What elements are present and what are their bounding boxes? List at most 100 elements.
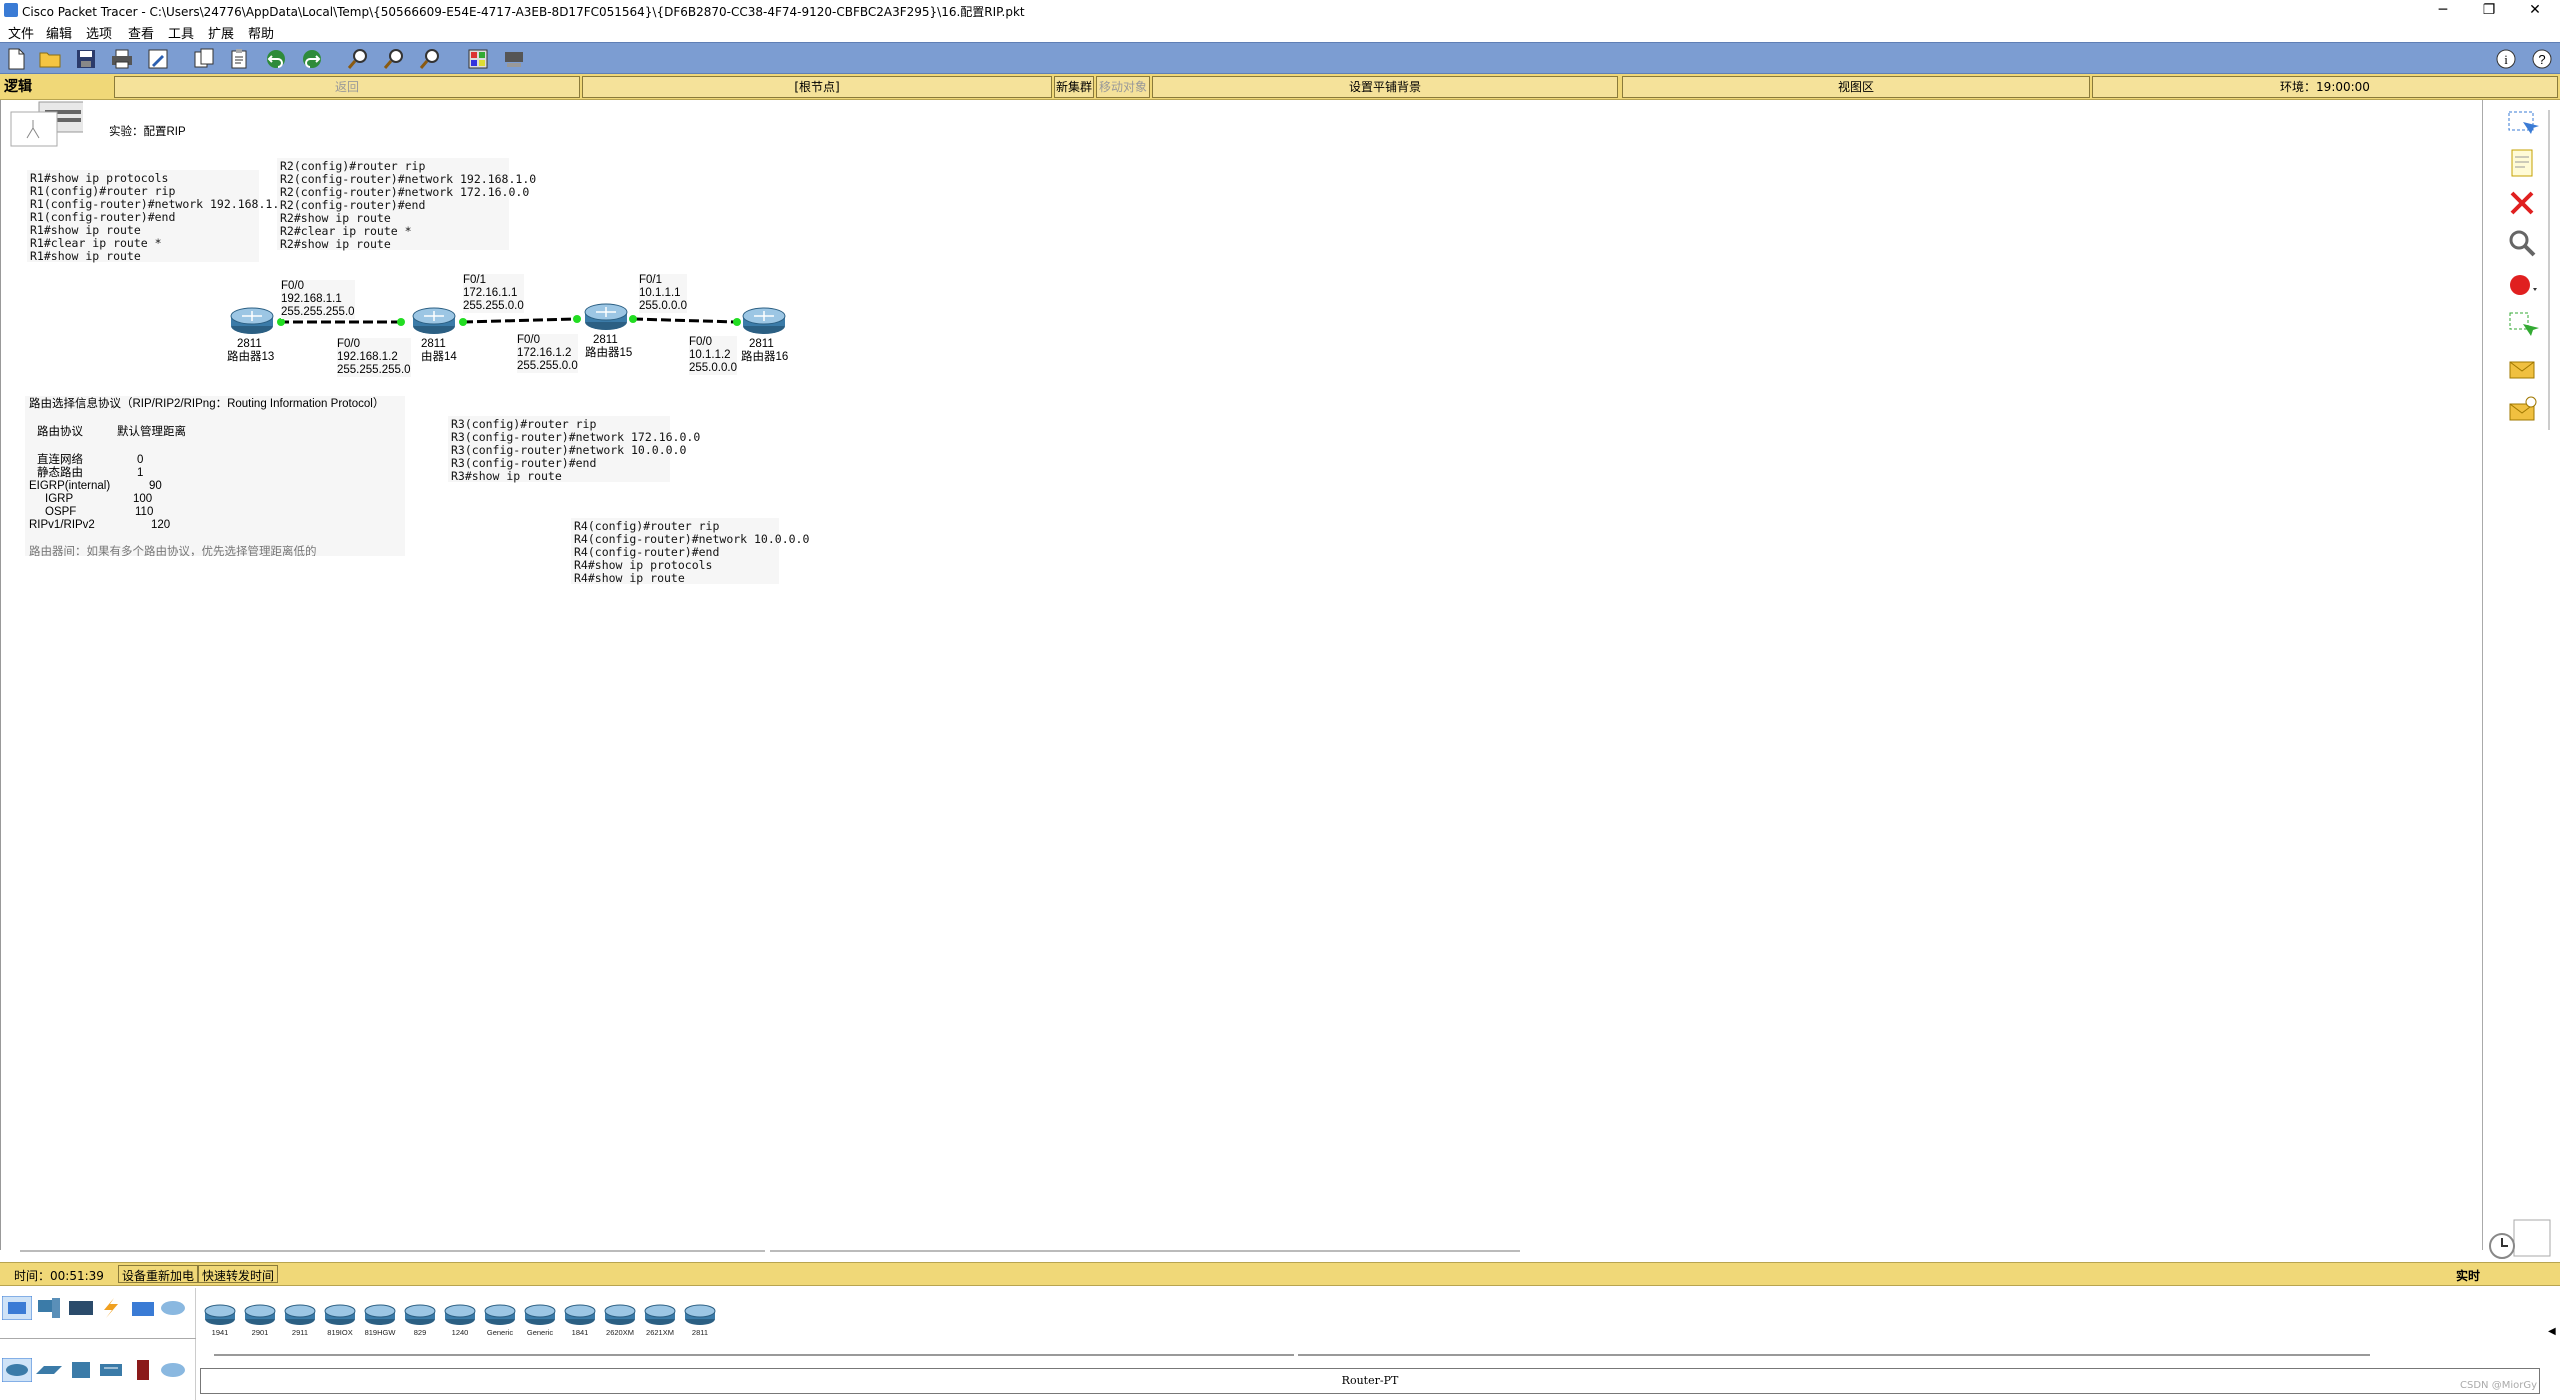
end-devices-category-icon[interactable] [34,1296,64,1320]
menu-view[interactable]: 查看 [128,23,154,42]
wan-emulation-subcategory-icon[interactable] [158,1358,188,1382]
device-model[interactable]: 819IOX [322,1302,358,1337]
window-title: Cisco Packet Tracer - C:\Users\24776\App… [22,5,1025,19]
router-model: 2811 [593,334,618,346]
back-button[interactable]: 返回 [114,76,580,98]
new-file-icon[interactable] [4,47,28,71]
realtime-mode-label[interactable]: 实时 [2456,1267,2480,1284]
router-name: 由器14 [421,351,457,363]
device-model[interactable]: 1240 [442,1302,478,1337]
network-devices-category-icon[interactable] [2,1296,32,1320]
device-model[interactable]: 2620XM [602,1302,638,1337]
device-model[interactable]: Generic [522,1302,558,1337]
protocol-distance-note[interactable]: 路由选择信息协议（RIP/RIP2/RIPng：Routing Informat… [25,396,405,556]
zoom-in-icon[interactable] [346,47,370,71]
device-model[interactable]: 1841 [562,1302,598,1337]
close-button[interactable]: ✕ [2512,0,2558,20]
zoom-reset-icon[interactable] [382,47,406,71]
switches-subcategory-icon[interactable] [34,1358,64,1382]
protocol-distance: 0 [137,454,144,466]
menu-tools[interactable]: 工具 [168,23,194,42]
components-category-icon[interactable] [66,1296,96,1320]
menu-file[interactable]: 文件 [8,23,34,42]
environment-button[interactable]: 环境：19:00:00 [2092,76,2558,98]
move-object-button[interactable]: 移动对象 [1096,76,1150,98]
add-complex-pdu-icon[interactable] [2505,394,2539,428]
hubs-subcategory-icon[interactable] [66,1358,96,1382]
note-r3[interactable]: R3(config)#router rip R3(config-router)#… [448,416,700,483]
draw-shape-icon[interactable] [2505,268,2539,302]
menu-extensions[interactable]: 扩展 [208,23,234,42]
note-icon[interactable] [2505,146,2539,180]
device-model[interactable]: 819HGW [362,1302,398,1337]
protocol-distance: 100 [133,493,153,505]
connections-category-icon[interactable] [96,1296,126,1320]
router-icon [742,307,786,334]
viewport-button[interactable]: 视图区 [1622,76,2090,98]
protocol-col-header: 路由协议 [37,426,83,438]
realtime-clock-icon[interactable] [2478,1216,2552,1262]
note-r4[interactable]: R4(config)#router rip R4(config-router)#… [571,518,809,585]
new-cluster-button[interactable]: 新集群 [1054,76,1094,98]
wireless-subcategory-icon[interactable] [96,1358,126,1382]
fast-forward-button[interactable]: 快速转发时间 [198,1265,279,1283]
router-15[interactable]: 2811 路由器15 [581,302,632,362]
custom-device-icon[interactable] [502,47,526,71]
device-model[interactable]: Generic [482,1302,518,1337]
menu-edit[interactable]: 编辑 [46,23,72,42]
vertical-scrollbar[interactable] [2548,110,2550,430]
menu-bar: 文件 编辑 选项 查看 工具 扩展 帮助 [0,20,2560,42]
maximize-button[interactable]: ❐ [2466,0,2512,20]
svg-text:i: i [2504,52,2508,67]
router-14[interactable]: 2811 由器14 [409,306,459,366]
horizontal-scrollbar-left[interactable] [20,1250,765,1254]
device-model[interactable]: 829 [402,1302,438,1337]
router-icon [230,307,274,334]
device-model[interactable]: 1941 [202,1302,238,1337]
palette-icon[interactable] [466,47,490,71]
delete-icon[interactable] [2505,186,2539,220]
activity-wizard-icon[interactable] [146,47,170,71]
logical-workspace[interactable]: 实验：配置RIP R1#show ip protocols R1(config)… [0,100,2478,1250]
save-icon[interactable] [74,47,98,71]
help-icon[interactable]: ? [2530,47,2554,71]
copy-icon[interactable] [192,47,216,71]
device-model[interactable]: 2901 [242,1302,278,1337]
zoom-out-icon[interactable] [418,47,442,71]
minimize-button[interactable]: ─ [2420,0,2466,20]
paste-icon[interactable] [228,47,252,71]
device-list-scrollbar[interactable] [1298,1354,2370,1356]
open-folder-icon[interactable] [38,47,62,71]
device-model[interactable]: 2911 [282,1302,318,1337]
logical-mode-label[interactable]: 逻辑 [0,76,110,98]
interface-label-r16-f00: F0/0 10.1.1.2 255.0.0.0 [689,336,737,375]
multiuser-category-icon[interactable] [158,1296,188,1320]
protocol-name: OSPF [45,506,77,518]
select-icon[interactable] [2505,106,2539,140]
packet-tracer-window: Cisco Packet Tracer - C:\Users\24776\App… [0,0,2560,1400]
misc-category-icon[interactable] [128,1296,158,1320]
security-subcategory-icon[interactable] [128,1358,158,1382]
device-list-scrollbar[interactable] [214,1354,1294,1356]
redo-icon[interactable] [300,47,324,71]
resize-icon[interactable] [2505,308,2539,342]
undo-icon[interactable] [264,47,288,71]
routers-subcategory-icon[interactable] [2,1358,32,1382]
horizontal-scrollbar-right[interactable] [770,1250,1520,1254]
power-cycle-button[interactable]: 设备重新加电 [118,1265,199,1283]
router-13[interactable]: 2811 路由器13 [227,306,277,366]
info-icon[interactable]: i [2494,47,2518,71]
device-model[interactable]: 2621XM [642,1302,678,1337]
scroll-right-arrow-icon[interactable]: ◀ [2548,1326,2556,1337]
router-16[interactable]: 2811 路由器16 [741,306,795,366]
interface-label-r15-f00: F0/0 172.16.1.2 255.255.0.0 [517,334,578,373]
set-tiled-background-button[interactable]: 设置平铺背景 [1152,76,1618,98]
add-simple-pdu-icon[interactable] [2505,352,2539,386]
device-model[interactable]: 2811 [682,1302,718,1337]
selected-device-label: Router-PT [200,1368,2540,1394]
menu-help[interactable]: 帮助 [248,23,274,42]
inspect-icon[interactable] [2505,226,2539,260]
menu-options[interactable]: 选项 [86,23,112,42]
print-icon[interactable] [110,47,134,71]
router-icon [564,1304,596,1325]
